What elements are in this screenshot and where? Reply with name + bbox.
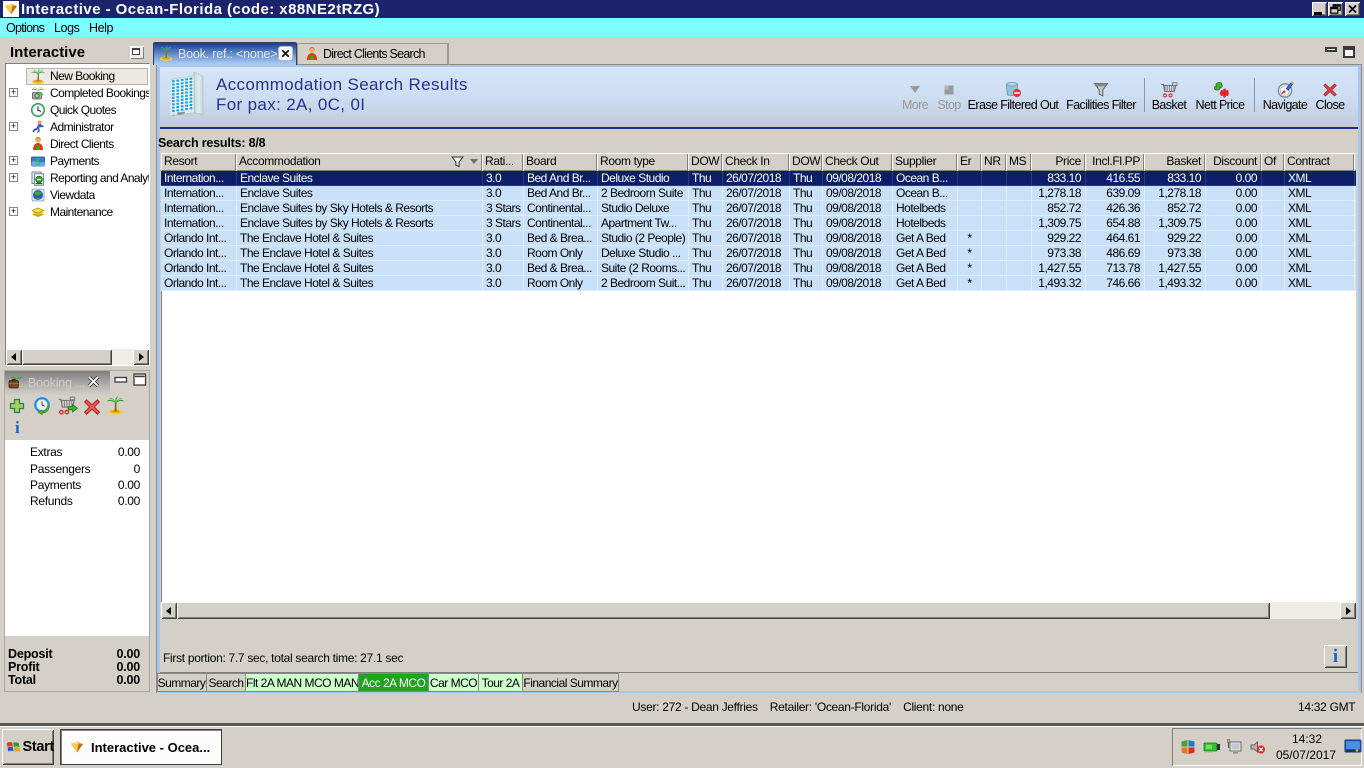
svg-text:$: $ xyxy=(36,157,41,168)
